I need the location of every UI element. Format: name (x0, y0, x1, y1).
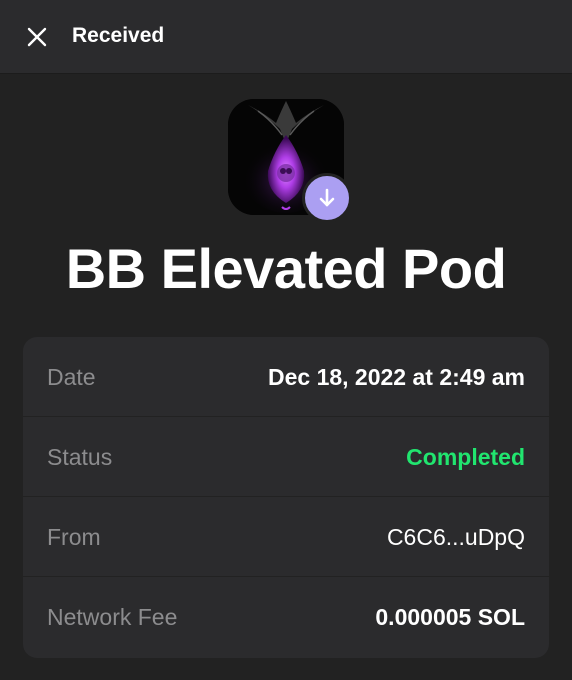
status-label: Status (47, 444, 113, 470)
nft-thumbnail-group (228, 99, 352, 223)
detail-row-network-fee: Network Fee 0.000005 SOL (23, 577, 549, 657)
detail-row-from[interactable]: From C6C6...uDpQ (23, 497, 549, 577)
network-fee-label: Network Fee (47, 604, 178, 630)
page-title: Received (72, 24, 165, 47)
date-label: Date (47, 364, 96, 390)
close-button[interactable] (20, 20, 54, 54)
transaction-detail-screen: Received BB Elevated Pod Date Dec 18, 20… (0, 0, 572, 680)
network-fee-value: 0.000005 SOL (375, 604, 525, 630)
close-icon (27, 27, 47, 47)
detail-row-status: Status Completed (23, 417, 549, 497)
nft-name: BB Elevated Pod (65, 237, 507, 300)
date-value: Dec 18, 2022 at 2:49 am (267, 364, 525, 390)
from-label: From (47, 524, 101, 550)
from-address[interactable]: C6C6...uDpQ (387, 523, 525, 551)
status-value: Completed (406, 444, 525, 470)
received-badge (302, 173, 352, 223)
detail-row-date: Date Dec 18, 2022 at 2:49 am (23, 337, 549, 417)
header-bar: Received (0, 0, 572, 74)
arrow-down-icon (319, 188, 335, 207)
transaction-details-card: Date Dec 18, 2022 at 2:49 am Status Comp… (23, 337, 549, 658)
